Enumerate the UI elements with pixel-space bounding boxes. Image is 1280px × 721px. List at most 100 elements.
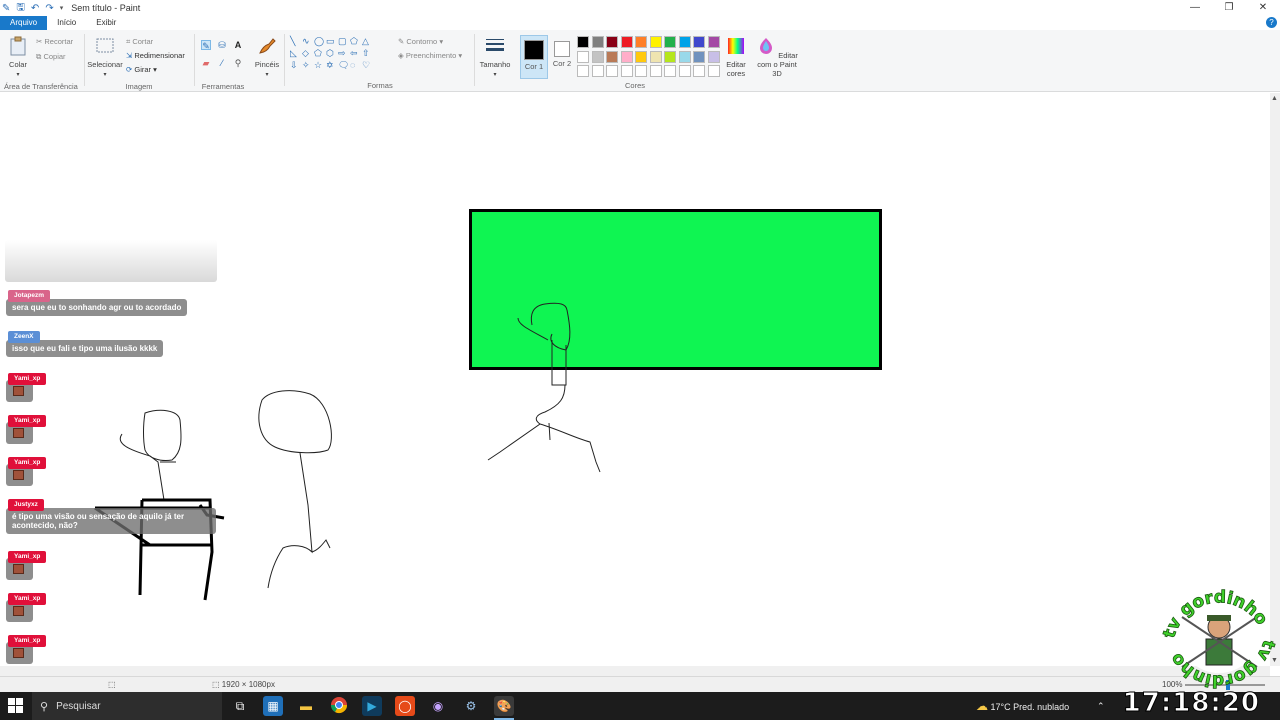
oval-shape-icon[interactable]: ◯	[314, 36, 324, 46]
tab-exibir[interactable]: Exibir	[86, 16, 126, 30]
palette-color-swatch[interactable]	[620, 36, 633, 48]
palette-color-swatch[interactable]	[678, 50, 691, 63]
palette-color-swatch[interactable]	[620, 65, 633, 77]
scroll-up-arrow-icon[interactable]: ▲	[1271, 95, 1278, 102]
crop-button[interactable]: ⌗ Cortar	[126, 37, 153, 47]
color1-selector[interactable]: Cor 1	[520, 35, 548, 79]
palette-color-swatch[interactable]	[635, 50, 647, 63]
arrow-right-shape-icon[interactable]: ⇨	[338, 48, 346, 58]
diamond-shape-icon[interactable]: ◇	[302, 48, 309, 58]
maximize-button[interactable]: ❐	[1212, 0, 1246, 16]
horizontal-scrollbar[interactable]	[0, 666, 1270, 676]
palette-color-swatch[interactable]	[591, 36, 604, 48]
arrow-left-shape-icon[interactable]: ⇦	[350, 48, 358, 58]
save-icon[interactable]: 🖫	[16, 0, 25, 17]
shapes-gallery[interactable]: ╲ ∿ ◯ ▭ ▢ ⬠ △ ◺ ◇ ⬠ ⬡ ⇨ ⇦ ⇧ ⇩ ✧ ☆ ✡ 🗨 ◌ …	[290, 36, 390, 76]
arrow-up-shape-icon[interactable]: ⇧	[362, 48, 370, 58]
redo-icon[interactable]: ↷	[45, 3, 53, 14]
line-shape-icon[interactable]: ╲	[290, 36, 295, 46]
drawing-canvas[interactable]	[0, 93, 1270, 666]
polygon-shape-icon[interactable]: ⬠	[350, 36, 358, 46]
star5-shape-icon[interactable]: ☆	[314, 60, 322, 70]
size-button[interactable]: Tamanho ▾	[478, 36, 512, 78]
brushes-button[interactable]: Pincéis ▾	[254, 36, 280, 78]
help-icon[interactable]: ?	[1266, 17, 1277, 28]
color2-selector[interactable]: Cor 2	[548, 35, 576, 79]
color-picker-icon[interactable]: ⁄	[217, 58, 227, 68]
customize-dropdown-icon[interactable]: ▾	[60, 4, 64, 12]
star4-shape-icon[interactable]: ✧	[302, 60, 310, 70]
close-button[interactable]: ✕	[1246, 0, 1280, 16]
palette-color-swatch[interactable]	[664, 50, 676, 63]
palette-color-swatch[interactable]	[693, 36, 705, 48]
rounded-rect-shape-icon[interactable]: ▢	[338, 36, 347, 46]
windows-start-icon[interactable]	[8, 698, 24, 714]
palette-color-swatch[interactable]	[620, 50, 633, 63]
palette-color-swatch[interactable]	[591, 65, 604, 77]
cut-button[interactable]: ✂ Recortar	[36, 37, 73, 46]
palette-color-swatch[interactable]	[577, 50, 589, 63]
minimize-button[interactable]: —	[1178, 0, 1212, 16]
palette-color-swatch[interactable]	[649, 50, 662, 63]
palette-color-swatch[interactable]	[606, 65, 618, 77]
steam-icon[interactable]: ⚙	[461, 696, 481, 716]
eraser-icon[interactable]: ▰	[201, 58, 211, 68]
task-view-icon[interactable]: ⧉	[230, 696, 250, 716]
callout-oval-shape-icon[interactable]: ◌	[350, 60, 355, 70]
heart-shape-icon[interactable]: ♡	[362, 60, 370, 70]
palette-color-swatch[interactable]	[606, 36, 618, 48]
select-button[interactable]: Selecionar ▾	[86, 36, 124, 78]
hexagon-shape-icon[interactable]: ⬡	[326, 48, 334, 58]
palette-color-swatch[interactable]	[635, 36, 647, 48]
terminal-icon[interactable]: ▶	[362, 696, 382, 716]
palette-color-swatch[interactable]	[635, 65, 647, 77]
palette-color-swatch[interactable]	[649, 36, 662, 48]
resize-button[interactable]: ⇲ Redimensionar	[126, 51, 185, 60]
text-icon[interactable]: A	[233, 40, 243, 50]
tray-expand-icon[interactable]: ⌃	[1097, 692, 1105, 720]
edit-paint3d-button[interactable]: Editar com o Paint 3D	[756, 36, 798, 78]
copy-button[interactable]: ⧉ Copiar	[36, 52, 66, 62]
palette-color-swatch[interactable]	[678, 65, 691, 77]
palette-color-swatch[interactable]	[591, 50, 604, 63]
taskbar-search[interactable]: ⚲ Pesquisar	[32, 692, 222, 720]
palette-color-swatch[interactable]	[577, 65, 589, 77]
store-icon[interactable]: ▦	[263, 696, 283, 716]
pencil-icon[interactable]: ✎	[201, 40, 211, 51]
fill-icon[interactable]: ⛁	[217, 40, 227, 50]
palette-color-swatch[interactable]	[649, 65, 662, 77]
palette-color-swatch[interactable]	[606, 50, 618, 63]
weather-widget[interactable]: ☁ 17°C Pred. nublado	[976, 692, 1069, 720]
star6-shape-icon[interactable]: ✡	[326, 60, 334, 70]
arrow-down-shape-icon[interactable]: ⇩	[290, 60, 298, 70]
outline-button[interactable]: ✎ Contorno ▾	[398, 37, 443, 46]
rotate-button[interactable]: ⟳ Girar ▾	[126, 65, 157, 74]
magnifier-icon[interactable]: ⚲	[233, 58, 243, 68]
palette-color-swatch[interactable]	[664, 65, 676, 77]
palette-color-swatch[interactable]	[693, 65, 705, 77]
palette-color-swatch[interactable]	[678, 36, 691, 48]
pentagon-shape-icon[interactable]: ⬠	[314, 48, 322, 58]
undo-icon[interactable]: ↶	[31, 3, 39, 14]
paint-taskbar-icon[interactable]: 🎨	[494, 696, 514, 716]
tab-arquivo[interactable]: Arquivo	[0, 16, 48, 30]
fill-button[interactable]: ◈ Preenchimento ▾	[398, 51, 462, 60]
palette-color-swatch[interactable]	[577, 36, 589, 48]
rectangle-shape-icon[interactable]: ▭	[326, 36, 335, 46]
palette-color-swatch[interactable]	[707, 50, 720, 63]
paste-button[interactable]: Colar ▾	[6, 36, 30, 78]
edit-colors-button[interactable]: Editar cores	[722, 36, 750, 78]
palette-color-swatch[interactable]	[664, 36, 676, 48]
callout-rect-shape-icon[interactable]: 🗨	[338, 60, 349, 70]
right-triangle-shape-icon[interactable]: ◺	[290, 48, 297, 58]
palette-color-swatch[interactable]	[693, 50, 705, 63]
palette-color-swatch[interactable]	[707, 65, 720, 77]
tab-inicio[interactable]: Início	[47, 16, 86, 30]
curve-shape-icon[interactable]: ∿	[302, 36, 310, 46]
discord-icon[interactable]: ◉	[428, 696, 448, 716]
chrome-icon[interactable]	[329, 696, 349, 716]
file-explorer-icon[interactable]: ▬	[296, 696, 316, 716]
opera-icon[interactable]: ◯	[395, 696, 415, 716]
triangle-shape-icon[interactable]: △	[362, 36, 369, 46]
palette-color-swatch[interactable]	[707, 36, 720, 48]
